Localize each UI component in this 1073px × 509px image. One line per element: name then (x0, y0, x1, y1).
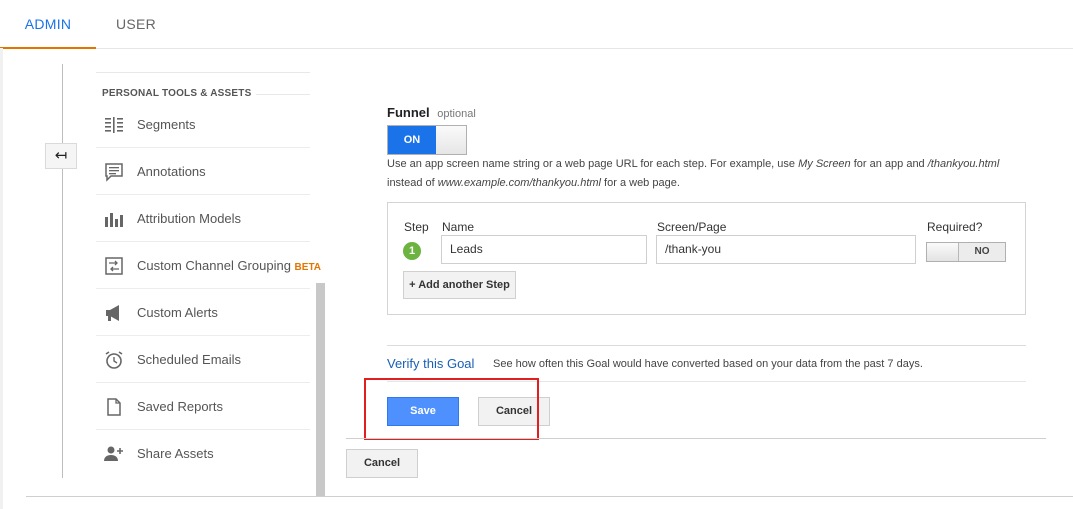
sidebar: PERSONAL TOOLS & ASSETS Segments Annotat… (96, 72, 321, 497)
help-text-em: /thankyou.html (927, 158, 1000, 170)
help-text-part: for a web page. (601, 177, 680, 189)
divider (387, 345, 1026, 346)
channel-grouping-icon (105, 257, 123, 275)
sidebar-item-label: Attribution Models (137, 211, 242, 226)
rail-line (62, 64, 63, 478)
bar-chart-icon (105, 213, 123, 227)
beta-badge: BETA (294, 262, 322, 273)
toggle-knob (927, 243, 959, 261)
outer-cancel-button[interactable]: Cancel (346, 449, 418, 478)
funnel-help-text: Use an app screen name string or a web p… (387, 155, 1027, 193)
help-text-em: www.example.com/thankyou.html (437, 177, 601, 189)
col-header-name: Name (442, 220, 475, 234)
toggle-no-label: NO (974, 246, 990, 257)
sidebar-item-custom-channel-grouping[interactable]: Custom Channel Grouping BETA (96, 243, 321, 289)
sidebar-divider (96, 72, 310, 73)
top-tabs: ADMIN USER (0, 0, 1073, 49)
help-text-part: Use an app screen name string or a web p… (387, 158, 799, 170)
sidebar-item-label: Annotations (137, 164, 206, 179)
back-button[interactable]: ↤ (45, 143, 77, 169)
step-screen-input[interactable]: /thank-you (656, 235, 916, 264)
tab-user[interactable]: USER (104, 0, 168, 48)
sidebar-item-label: Segments (137, 117, 196, 132)
left-edge-strip (0, 48, 3, 509)
sidebar-item-label: Custom Channel Grouping BETA (137, 258, 321, 273)
sidebar-item-label: Scheduled Emails (137, 352, 242, 367)
help-text-part: instead of (387, 177, 438, 189)
funnel-optional: optional (437, 108, 476, 120)
alarm-clock-icon (105, 351, 123, 369)
funnel-steps-box: Step Name Screen/Page Required? 1 Leads … (387, 202, 1026, 315)
help-text-part: for an app and (850, 158, 928, 170)
col-header-required: Required? (927, 220, 983, 234)
toggle-knob (436, 126, 466, 154)
bottom-divider (26, 496, 1073, 497)
divider (346, 438, 1046, 439)
step-number-badge: 1 (403, 242, 421, 260)
sidebar-item-annotations[interactable]: Annotations (96, 149, 310, 195)
sidebar-item-saved-reports[interactable]: Saved Reports (96, 384, 310, 430)
col-header-step: Step (404, 220, 429, 234)
sidebar-item-label: Saved Reports (137, 399, 223, 414)
sidebar-scrollbar[interactable] (316, 283, 325, 497)
sidebar-item-custom-alerts[interactable]: Custom Alerts (96, 290, 310, 336)
sidebar-item-segments[interactable]: Segments (96, 102, 310, 148)
verify-goal-link[interactable]: Verify this Goal (387, 356, 474, 371)
back-arrow-icon: ↤ (54, 147, 68, 164)
help-text-em: My Screen (798, 158, 851, 170)
funnel-title: Funnel (387, 105, 430, 120)
funnel-toggle[interactable]: ON (387, 125, 467, 155)
required-toggle[interactable]: NO (926, 242, 1006, 262)
sidebar-item-scheduled-emails[interactable]: Scheduled Emails (96, 337, 310, 383)
step-name-input[interactable]: Leads (441, 235, 647, 264)
segments-icon (105, 117, 123, 133)
funnel-label: Funnel optional (387, 105, 476, 120)
sidebar-item-label: Custom Alerts (137, 305, 218, 320)
add-step-button[interactable]: + Add another Step (403, 271, 516, 299)
sidebar-item-text: Custom Channel Grouping (137, 258, 291, 273)
page: ADMIN USER ↤ PERSONAL TOOLS & ASSETS Seg… (0, 0, 1073, 509)
document-icon (107, 398, 121, 416)
highlight-annotation (364, 378, 539, 440)
sidebar-item-attribution-models[interactable]: Attribution Models (96, 196, 310, 242)
megaphone-icon (106, 305, 119, 321)
add-user-icon (104, 446, 123, 461)
col-header-screen: Screen/Page (657, 220, 727, 234)
verify-description: See how often this Goal would have conve… (493, 358, 923, 370)
toggle-on-label: ON (388, 126, 436, 154)
sidebar-item-label: Share Assets (137, 446, 214, 461)
section-title: PERSONAL TOOLS & ASSETS (102, 88, 252, 99)
tab-admin[interactable]: ADMIN (0, 0, 96, 49)
annotations-icon (105, 163, 123, 182)
section-title-line (256, 94, 310, 95)
sidebar-item-share-assets[interactable]: Share Assets (96, 431, 310, 477)
